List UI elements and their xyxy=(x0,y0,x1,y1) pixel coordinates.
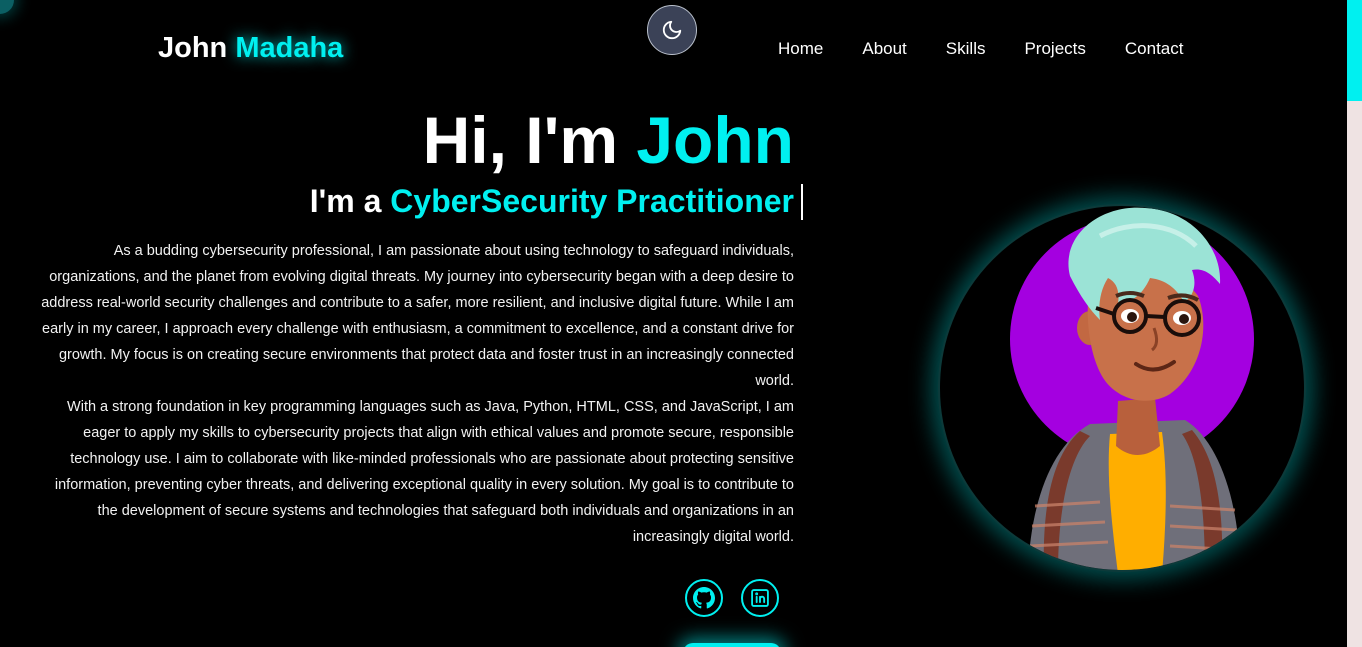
hero-greeting: Hi, I'm xyxy=(422,103,618,177)
nav-item-about[interactable]: About xyxy=(862,39,906,59)
typing-caret xyxy=(801,183,803,220)
hero-role-title: CyberSecurity Practitioner xyxy=(390,183,794,219)
nav-item-home[interactable]: Home xyxy=(778,39,823,59)
theme-toggle-button[interactable] xyxy=(647,5,697,55)
hero-title: Hi, I'm John xyxy=(34,100,794,180)
page-scrollbar[interactable] xyxy=(1347,0,1362,647)
nav-item-skills[interactable]: Skills xyxy=(946,39,986,59)
main-nav: Home About Skills Projects Contact xyxy=(778,39,1183,59)
social-links xyxy=(685,579,779,617)
linkedin-link[interactable] xyxy=(741,579,779,617)
hero-section: Hi, I'm John I'm a CyberSecurity Practit… xyxy=(34,100,803,222)
moon-icon xyxy=(662,20,682,40)
cta-button[interactable] xyxy=(683,643,781,647)
bio-paragraph-2: With a strong foundation in key programm… xyxy=(54,399,794,545)
github-icon xyxy=(693,587,715,609)
linkedin-icon xyxy=(751,589,769,607)
bio-text: As a budding cybersecurity professional,… xyxy=(39,238,794,550)
logo-last-name: Madaha xyxy=(235,32,344,64)
logo-first-name: John xyxy=(158,32,228,64)
bio-paragraph-1: As a budding cybersecurity professional,… xyxy=(41,243,794,389)
hero-role-prefix: I'm a xyxy=(309,183,382,219)
site-logo[interactable]: John Madaha xyxy=(158,32,343,65)
nav-item-contact[interactable]: Contact xyxy=(1125,39,1184,59)
hero-name: John xyxy=(636,103,794,177)
nav-item-projects[interactable]: Projects xyxy=(1024,39,1085,59)
github-link[interactable] xyxy=(685,579,723,617)
profile-avatar xyxy=(938,204,1306,572)
corner-glow xyxy=(0,0,14,14)
hero-role: I'm a CyberSecurity Practitioner xyxy=(34,180,803,222)
scrollbar-thumb[interactable] xyxy=(1347,0,1362,101)
avatar-illustration xyxy=(1010,207,1254,570)
